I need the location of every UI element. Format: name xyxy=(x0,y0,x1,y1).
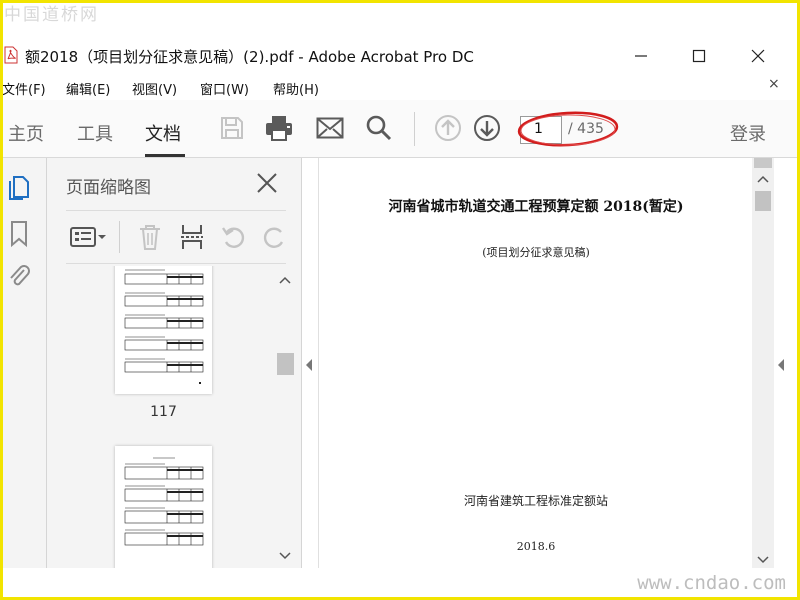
rotate-left-icon xyxy=(222,227,245,248)
save-button[interactable] xyxy=(217,113,247,143)
toolbar-separator xyxy=(414,112,415,146)
page-thumbnail-118[interactable] xyxy=(115,446,212,568)
main-toolbar: 主页 工具 文档 1 / 435 登录 xyxy=(0,100,800,158)
watermark-top: 中国道桥网 xyxy=(4,5,99,25)
chevron-down-icon[interactable] xyxy=(279,552,291,560)
panel-toolbar xyxy=(66,210,286,264)
options-menu-icon xyxy=(70,227,106,247)
next-page-button[interactable] xyxy=(472,113,502,143)
document-title: 河南省城市轨道交通工程预算定额 2018(暂定) xyxy=(388,199,684,215)
minimize-button[interactable] xyxy=(629,44,653,68)
maximize-icon xyxy=(692,49,706,63)
rotate-right-icon xyxy=(263,227,284,248)
thumbnail-content xyxy=(124,269,204,384)
thumbnail-list[interactable]: 117 xyxy=(47,266,302,568)
page-thumbnail-117[interactable] xyxy=(115,266,212,394)
panel-toolbar-separator xyxy=(119,221,120,253)
menu-file[interactable]: 文件(F) xyxy=(2,79,46,98)
document-view[interactable]: 河南省城市轨道交通工程预算定额 2018(暂定) (项目划分征求意见稿) 河南省… xyxy=(318,158,752,568)
mail-icon xyxy=(316,117,344,139)
pages-icon xyxy=(9,176,29,200)
print-icon xyxy=(266,116,292,141)
attachments-button[interactable] xyxy=(6,262,32,290)
insert-pages-button[interactable] xyxy=(178,223,206,251)
insert-page-icon xyxy=(181,225,203,249)
panel-title: 页面缩略图 xyxy=(66,178,151,198)
document-organization: 河南省建筑工程标准定额站 xyxy=(463,494,608,508)
search-button[interactable] xyxy=(364,113,394,143)
pdf-file-icon xyxy=(4,46,18,64)
close-document-button[interactable]: × xyxy=(768,76,780,92)
close-icon xyxy=(257,173,277,193)
document-scrollbar-thumb[interactable] xyxy=(755,191,771,211)
navigation-rail xyxy=(0,158,47,568)
rotate-right-button[interactable] xyxy=(260,223,288,251)
previous-page-button[interactable] xyxy=(433,113,463,143)
arrow-up-circle-icon xyxy=(435,115,461,141)
email-button[interactable] xyxy=(315,113,345,143)
rotate-left-button[interactable] xyxy=(220,223,248,251)
save-icon xyxy=(221,117,243,139)
paperclip-icon xyxy=(10,265,30,286)
tab-tools[interactable]: 工具 xyxy=(77,120,113,146)
thumbnail-options-button[interactable] xyxy=(68,223,108,251)
thumbnail-scrollbar-thumb[interactable] xyxy=(277,353,294,375)
document-scrollbar[interactable] xyxy=(752,158,774,568)
bookmark-icon xyxy=(11,221,27,248)
close-icon xyxy=(751,49,765,63)
menu-edit[interactable]: 编辑(E) xyxy=(66,79,110,98)
watermark-bottom: www.cndao.com xyxy=(637,572,786,594)
title-bar: 额2018（项目划分征求意见稿）(2).pdf - Adobe Acrobat … xyxy=(0,36,800,76)
chevron-up-icon[interactable] xyxy=(757,175,769,183)
trash-icon xyxy=(140,225,160,250)
close-window-button[interactable] xyxy=(746,44,770,68)
menu-view[interactable]: 视图(V) xyxy=(132,79,177,98)
document-subtitle: (项目划分征求意见稿) xyxy=(482,246,590,259)
tab-document[interactable]: 文档 xyxy=(145,120,181,146)
delete-pages-button[interactable] xyxy=(136,223,164,251)
thumbnail-scrollbar[interactable] xyxy=(274,266,296,568)
page-thumbnails-button[interactable] xyxy=(6,174,32,202)
chevron-down-icon[interactable] xyxy=(757,556,769,564)
menu-bar: 文件(F) 编辑(E) 视图(V) 窗口(W) 帮助(H) × xyxy=(0,76,800,100)
search-icon xyxy=(366,115,392,141)
print-button[interactable] xyxy=(264,113,294,143)
menu-window[interactable]: 窗口(W) xyxy=(200,79,249,98)
thumbnail-page-number: 117 xyxy=(150,404,177,420)
collapse-left-panel-icon[interactable] xyxy=(304,358,314,372)
document-date: 2018.6 xyxy=(516,540,556,553)
menu-help[interactable]: 帮助(H) xyxy=(273,79,319,98)
thumbnails-panel: 页面缩略图 117 xyxy=(47,158,302,568)
thumbnail-content xyxy=(124,457,204,546)
tab-home[interactable]: 主页 xyxy=(8,120,44,146)
minimize-icon xyxy=(635,55,647,57)
close-panel-button[interactable] xyxy=(255,171,279,195)
bookmarks-button[interactable] xyxy=(6,220,32,248)
chevron-up-icon[interactable] xyxy=(279,276,291,284)
login-button[interactable]: 登录 xyxy=(730,120,766,146)
active-tab-indicator xyxy=(145,154,185,157)
window-title: 额2018（项目划分征求意见稿）(2).pdf - Adobe Acrobat … xyxy=(25,48,474,66)
expand-right-panel-icon[interactable] xyxy=(776,358,786,372)
maximize-button[interactable] xyxy=(687,44,711,68)
red-highlight-ellipse xyxy=(517,111,619,147)
arrow-down-circle-icon xyxy=(474,115,500,141)
scrollbar-top-nub xyxy=(754,158,772,168)
